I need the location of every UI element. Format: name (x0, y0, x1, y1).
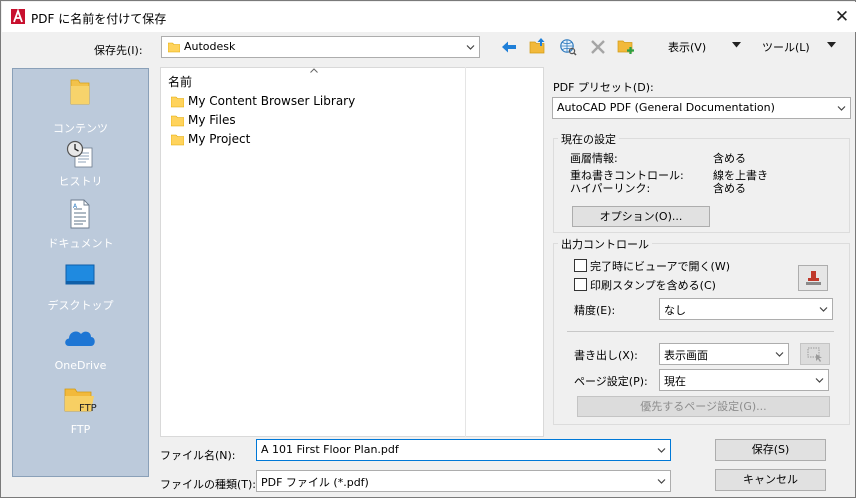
setting-name: ハイパーリンク: (570, 182, 651, 195)
view-menu[interactable]: 表示(V) (668, 39, 706, 55)
web-search-icon[interactable] (559, 38, 577, 56)
filename-label: ファイル名(N): (160, 449, 236, 462)
title-bar: PDF に名前を付けて保存 ✕ (2, 2, 856, 32)
list-item-label: My Files (188, 113, 236, 127)
page-setup-value: 現在 (664, 375, 686, 388)
cancel-button[interactable]: キャンセル (715, 469, 826, 491)
setting-value: 含める (713, 182, 746, 195)
filename-value: A 101 First Floor Plan.pdf (261, 443, 399, 456)
window-title: PDF に名前を付けて保存 (31, 12, 167, 26)
file-list[interactable]: 名前 My Content Browser Library My Files M… (160, 67, 544, 437)
pdf-preset-select[interactable]: AutoCAD PDF (General Documentation) (552, 97, 851, 119)
tools-menu[interactable]: ツール(L) (762, 39, 810, 55)
chevron-down-icon[interactable] (657, 446, 666, 455)
export-value: 表示画面 (664, 349, 708, 362)
precision-value: なし (664, 304, 686, 317)
chevron-down-icon (815, 378, 824, 383)
close-button[interactable]: ✕ (828, 6, 856, 28)
place-ftp-label: FTP (70, 423, 91, 436)
column-header-name[interactable]: 名前 (168, 73, 192, 90)
pdf-preset-label: PDF プリセット(D): (553, 81, 654, 94)
place-onedrive-label: OneDrive (54, 359, 107, 372)
precision-select[interactable]: なし (659, 298, 833, 320)
document-icon: A (70, 199, 90, 229)
select-window-button (800, 343, 830, 365)
back-arrow-icon[interactable] (500, 38, 518, 56)
sort-ascending-icon (310, 68, 318, 73)
place-desktop-label: デスクトップ (47, 299, 114, 312)
view-dropdown-icon[interactable] (732, 42, 741, 48)
location-label: 保存先(I): (94, 44, 143, 57)
export-select[interactable]: 表示画面 (659, 343, 789, 365)
current-settings-title: 現在の設定 (558, 131, 619, 147)
pdf-preset-value: AutoCAD PDF (General Documentation) (557, 101, 775, 114)
open-viewer-label[interactable]: 完了時にビューアで開く(W) (590, 258, 730, 274)
stamp-settings-button[interactable] (798, 265, 828, 291)
column-divider (465, 67, 466, 437)
history-icon (66, 140, 93, 168)
filetype-select[interactable]: PDF ファイル (*.pdf) (256, 470, 671, 492)
page-setup-select[interactable]: 現在 (659, 369, 829, 391)
filetype-label: ファイルの種類(T): (160, 478, 257, 491)
options-button[interactable]: オプション(O)... (572, 206, 710, 227)
place-documents-label: ドキュメント (47, 237, 114, 250)
place-history-label: ヒストリ (58, 175, 103, 188)
filename-input[interactable]: A 101 First Floor Plan.pdf (256, 439, 671, 461)
chevron-down-icon (837, 106, 846, 111)
save-button[interactable]: 保存(S) (715, 439, 826, 461)
ftp-badge: FTP (79, 403, 97, 414)
delete-icon[interactable] (589, 38, 607, 56)
list-item-label: My Project (188, 132, 251, 146)
folder-icon (171, 134, 184, 146)
export-label: 書き出し(X): (574, 349, 638, 362)
open-viewer-checkbox[interactable] (574, 259, 587, 272)
desktop-icon (65, 264, 95, 285)
page-setup-label: ページ設定(P): (574, 375, 648, 388)
places-bar: コンテンツ ヒストリ A ドキュメント デスクトップ OneDrive FTP … (12, 68, 149, 477)
place-content-label: コンテンツ (53, 122, 108, 135)
chevron-down-icon (819, 307, 828, 312)
setting-name: 画層情報: (570, 152, 618, 165)
list-item-label: My Content Browser Library (188, 94, 356, 108)
output-control-title: 出力コントロール (558, 236, 652, 252)
precision-label: 精度(E): (574, 304, 616, 317)
folder-icon (171, 96, 184, 108)
chevron-down-icon (466, 45, 475, 50)
include-stamp-checkbox[interactable] (574, 278, 587, 291)
stamp-icon (806, 271, 821, 285)
location-value: Autodesk (184, 40, 236, 53)
save-as-pdf-dialog: PDF に名前を付けて保存 ✕ 保存先(I): Autodesk 表示(V) ツ… (0, 0, 856, 498)
autocad-app-icon (11, 9, 25, 24)
new-folder-icon[interactable] (617, 37, 635, 55)
chevron-down-icon (657, 479, 666, 484)
page-setup-override-button: 優先するページ設定(G)... (577, 396, 830, 417)
folder-icon (70, 79, 90, 105)
folder-icon (168, 42, 180, 53)
onedrive-icon (65, 331, 95, 346)
up-folder-icon[interactable] (529, 37, 547, 55)
chevron-down-icon (775, 352, 784, 357)
folder-icon (171, 115, 184, 127)
filetype-value: PDF ファイル (*.pdf) (261, 476, 369, 489)
include-stamp-label[interactable]: 印刷スタンプを含める(C) (590, 277, 716, 293)
separator (567, 331, 834, 332)
setting-value: 含める (713, 152, 746, 165)
location-combo[interactable]: Autodesk (161, 36, 480, 58)
window-select-icon (807, 347, 822, 362)
tools-dropdown-icon[interactable] (827, 42, 836, 48)
